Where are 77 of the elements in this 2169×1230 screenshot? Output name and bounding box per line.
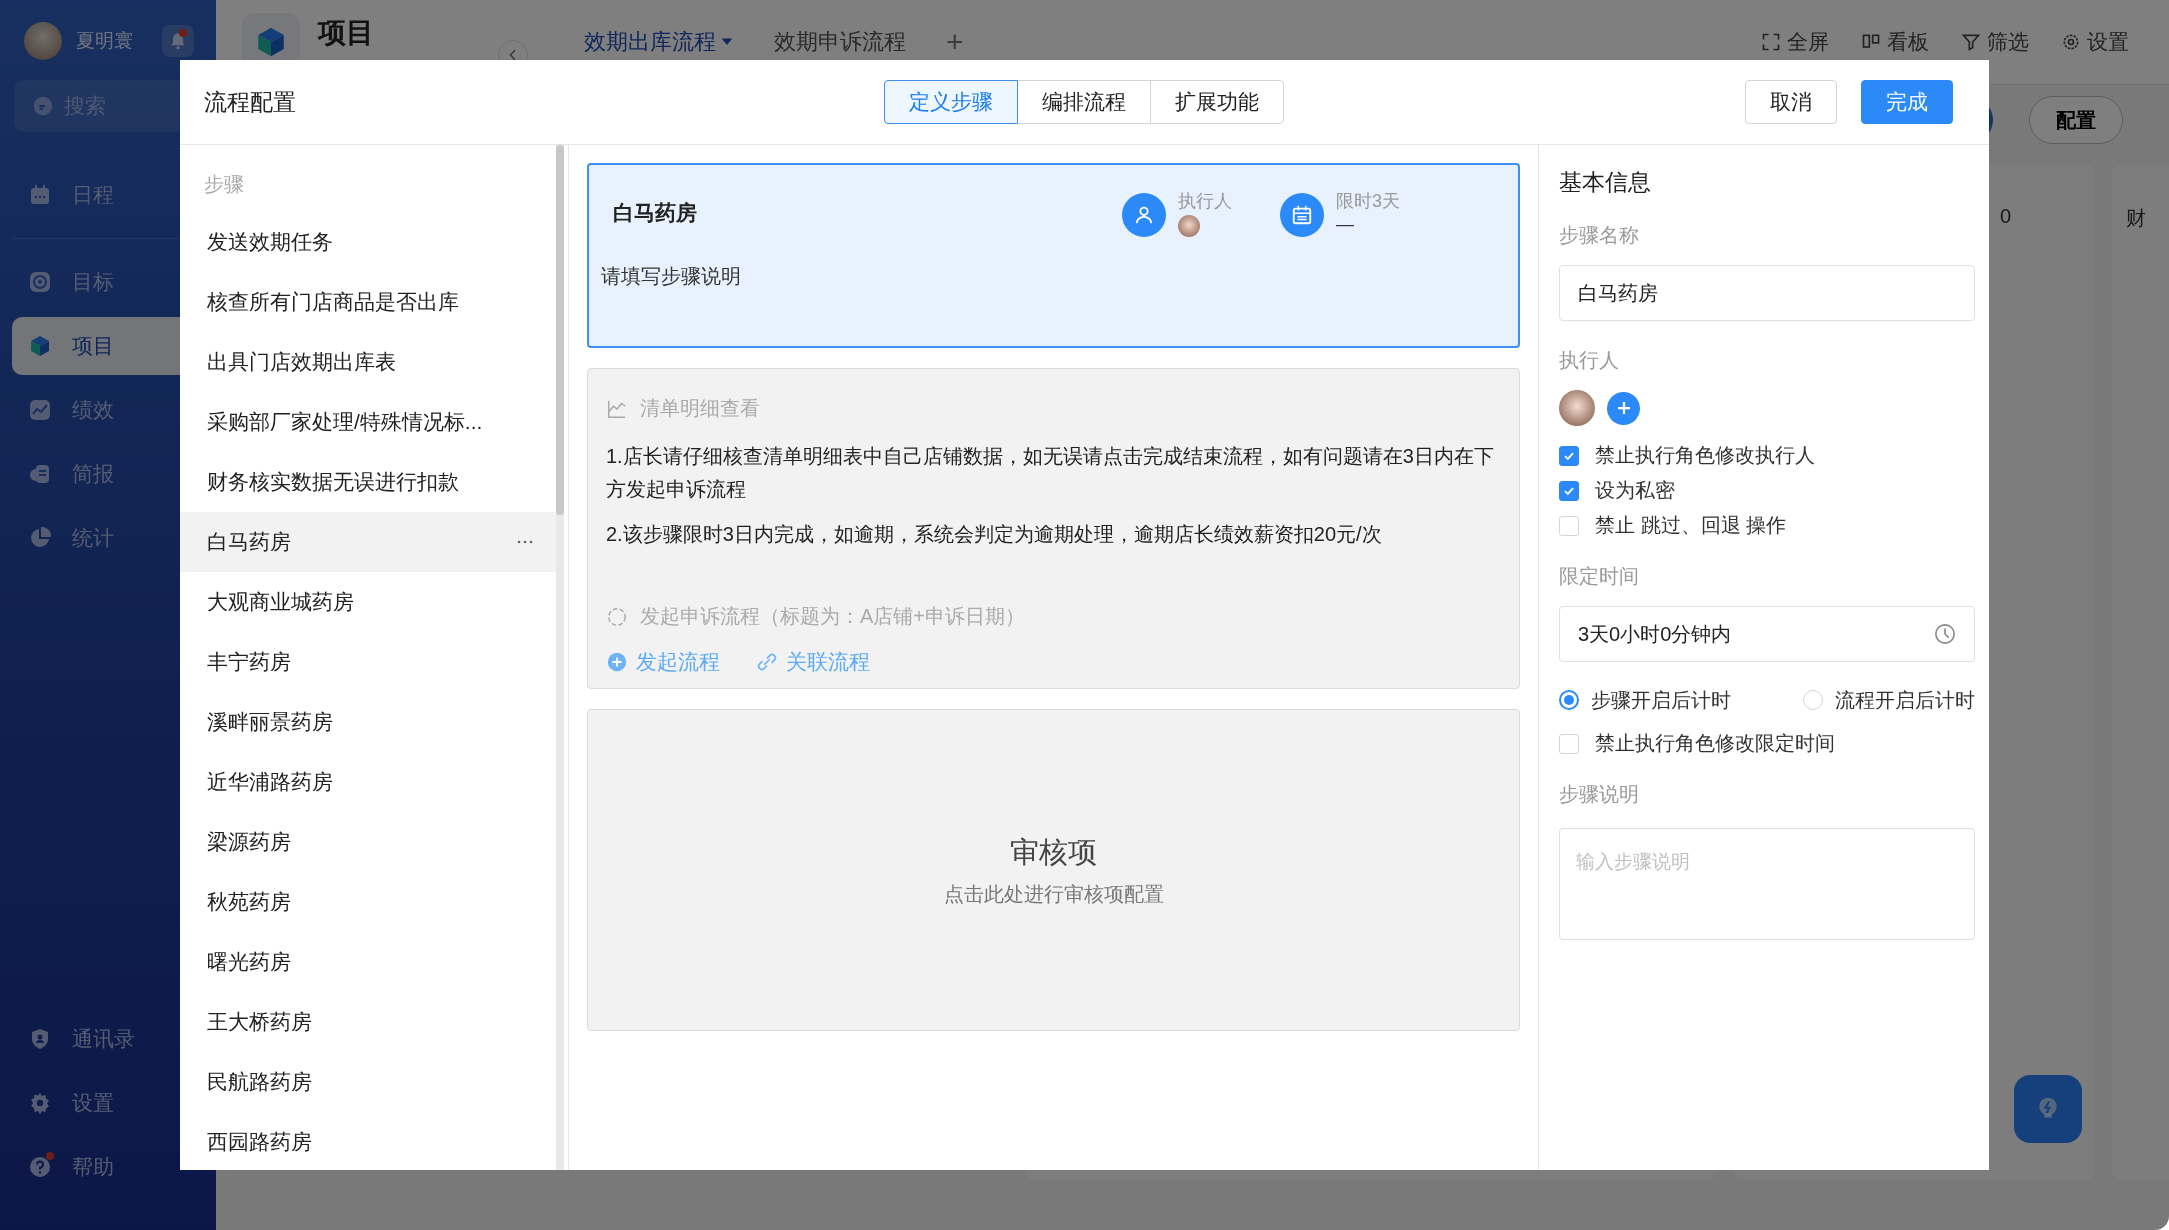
field-label: 步骤名称 bbox=[1559, 223, 1640, 248]
assignee-label: 执行人 bbox=[1178, 190, 1233, 213]
add-assignee-button[interactable] bbox=[1607, 391, 1640, 425]
plus-circle-icon bbox=[606, 651, 628, 673]
flow-tab[interactable]: 效期出库流程 bbox=[584, 27, 734, 57]
step-item[interactable]: 曙光药房 bbox=[180, 932, 556, 992]
column-text: 财 bbox=[2126, 207, 2146, 229]
settings-icon bbox=[2061, 32, 2081, 52]
fullscreen-icon bbox=[1761, 32, 1781, 52]
user-avatar[interactable] bbox=[24, 22, 62, 60]
toolbar-button[interactable]: 全屏 bbox=[1761, 28, 1829, 56]
name-field[interactable]: 白马药房 bbox=[1559, 265, 1975, 321]
step-card[interactable]: 白马药房 执行人 限时3天 — 请填写步骤说明 bbox=[587, 163, 1520, 348]
column-text: 0 bbox=[2000, 205, 2012, 227]
section-heading: 步骤 bbox=[203, 172, 245, 197]
instruction-text: 1.店长请仔细核查清单明细表中自己店铺数据，如无误请点击完成结束流程，如有问题请在3日内在下方发起申诉流程 bbox=[606, 444, 1495, 502]
instruction-text: 2.该步骤限时3日内完成，如逾期，系统会判定为逾期处理，逾期店长绩效薪资扣20元/次 bbox=[606, 522, 1383, 547]
checkbox[interactable] bbox=[1559, 480, 1579, 501]
tab[interactable]: 扩展功能 bbox=[1150, 80, 1284, 124]
field-label: 执行人 bbox=[1559, 348, 1620, 373]
assignee-avatar[interactable] bbox=[1559, 390, 1595, 426]
scrollbar-thumb[interactable] bbox=[556, 145, 564, 515]
dialog-title: 流程配置 bbox=[204, 87, 297, 117]
chart-icon bbox=[28, 398, 52, 422]
assistant-button[interactable] bbox=[2014, 1075, 2082, 1143]
deadline-label: 限时3天 bbox=[1336, 190, 1401, 213]
toolbar-button[interactable]: 设置 bbox=[2061, 28, 2129, 56]
deadline-value: — bbox=[1336, 215, 1355, 233]
toolbar-button[interactable]: 筛选 bbox=[1961, 28, 2029, 56]
step-description: 请填写步骤说明 bbox=[601, 264, 742, 289]
search-icon bbox=[32, 95, 54, 117]
checkbox-label: 禁止 跳过、回退 操作 bbox=[1595, 513, 1787, 538]
field-label: 步骤说明 bbox=[1559, 782, 1640, 807]
step-item[interactable]: 白马药房 bbox=[180, 512, 556, 572]
appeal-text: 发起申诉流程（标题为：A店铺+申诉日期） bbox=[640, 604, 1026, 629]
step-item[interactable]: 秋苑药房 bbox=[180, 872, 556, 932]
person-icon bbox=[1133, 204, 1155, 226]
radio-label: 流程开启后计时 bbox=[1835, 687, 1975, 713]
section-heading: 基本信息 bbox=[1559, 168, 1652, 197]
config-button[interactable]: 配置 bbox=[2029, 96, 2123, 144]
checkbox[interactable] bbox=[1559, 445, 1579, 466]
pie-chart-icon bbox=[28, 526, 52, 550]
settings-icon bbox=[28, 1091, 52, 1115]
toolbar-button[interactable]: 看板 bbox=[1861, 28, 1929, 56]
user-name: 夏明寰 bbox=[76, 29, 134, 53]
tab[interactable]: 编排流程 bbox=[1017, 80, 1151, 124]
calendar-icon bbox=[1291, 204, 1313, 226]
target-icon bbox=[28, 270, 52, 294]
flow-tab[interactable]: 效期申诉流程 bbox=[774, 27, 906, 57]
checkbox-label: 设为私密 bbox=[1595, 478, 1675, 503]
cancel-button[interactable]: 取消 bbox=[1745, 80, 1837, 124]
scrollbar[interactable] bbox=[556, 145, 564, 1170]
step-item[interactable]: 溪畔丽景药房 bbox=[180, 692, 556, 752]
time-field[interactable]: 3天0小时0分钟内 bbox=[1559, 606, 1975, 662]
tab[interactable]: 定义步骤 bbox=[884, 80, 1018, 124]
field-label: 限定时间 bbox=[1559, 564, 1640, 589]
step-item[interactable]: 近华浦路药房 bbox=[180, 752, 556, 812]
page-title: 项目 bbox=[318, 16, 374, 50]
calendar-icon bbox=[28, 183, 52, 207]
cube-icon bbox=[28, 334, 52, 358]
loading-icon bbox=[606, 605, 628, 628]
review-card[interactable]: 审核项 点击此处进行审核项配置 bbox=[587, 709, 1520, 1031]
card-heading: 清单明细查看 bbox=[640, 396, 760, 421]
step-title: 白马药房 bbox=[613, 200, 698, 226]
filter-icon bbox=[1961, 32, 1981, 52]
radio-button[interactable] bbox=[1559, 690, 1579, 710]
clock-icon bbox=[1934, 623, 1956, 645]
radio-label: 步骤开启后计时 bbox=[1591, 687, 1731, 713]
step-item[interactable]: 梁源药房 bbox=[180, 812, 556, 872]
assignee-avatar bbox=[1178, 215, 1200, 237]
document-icon bbox=[28, 462, 52, 486]
help-icon bbox=[28, 1155, 52, 1179]
step-item[interactable]: 大观商业城药房 bbox=[180, 572, 556, 632]
link-icon bbox=[756, 651, 778, 673]
checkbox-label: 禁止执行角色修改执行人 bbox=[1595, 443, 1815, 468]
checkbox-label: 禁止执行角色修改限定时间 bbox=[1595, 731, 1835, 756]
step-item[interactable]: 丰宁药房 bbox=[180, 632, 556, 692]
